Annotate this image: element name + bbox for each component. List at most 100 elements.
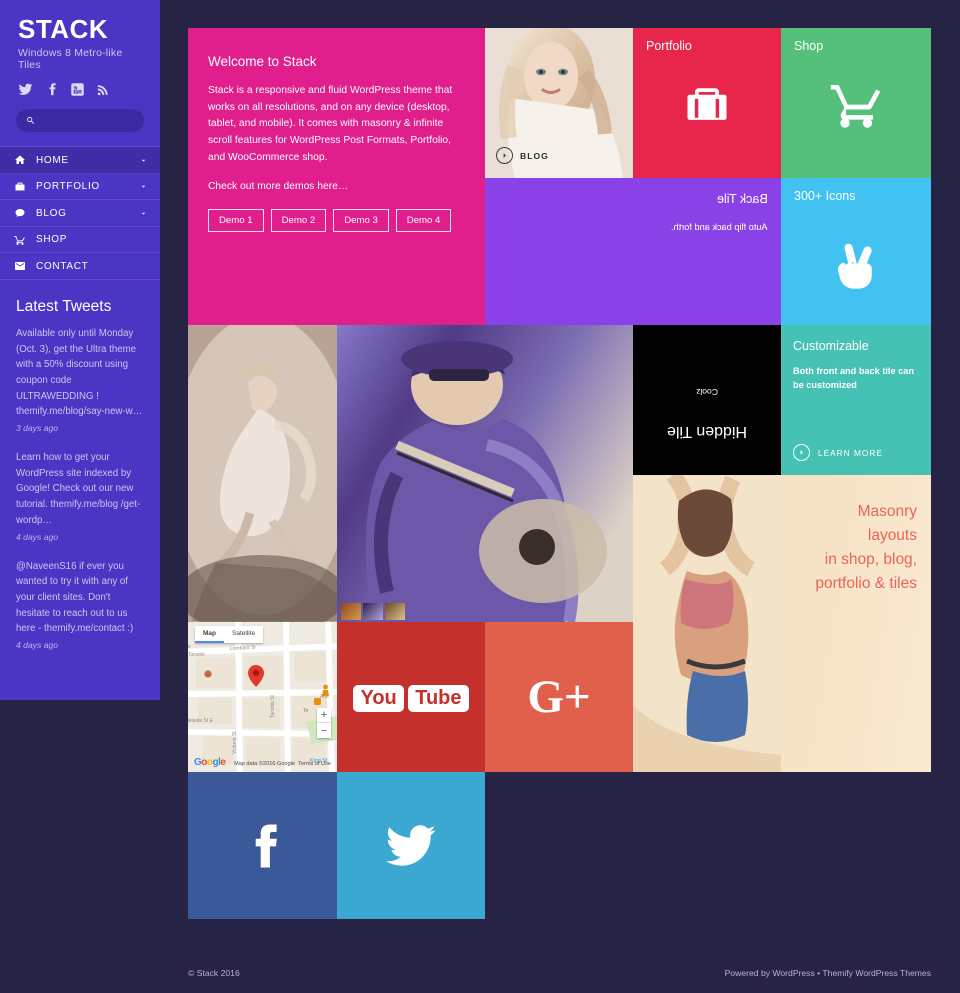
sidebar-item-label: HOME (36, 154, 69, 166)
tile-icons[interactable]: 300+ Icons (781, 178, 931, 325)
sidebar-item-label: PORTFOLIO (36, 181, 100, 193)
tile-guitar-image[interactable] (337, 325, 633, 622)
tweet-item: @NaveenS16 if ever you wanted to try it … (16, 559, 144, 654)
sidebar-item-home[interactable]: HOME (0, 147, 160, 174)
demo-3-button[interactable]: Demo 3 (333, 209, 389, 233)
map-zoom-control[interactable]: + − (317, 708, 331, 738)
zoom-in-button[interactable]: + (317, 708, 331, 723)
street-view-pegman-icon[interactable] (321, 684, 330, 700)
svg-text:delaide St E: delaide St E (188, 718, 214, 724)
latest-tweets-widget: Latest Tweets Available only until Monda… (0, 280, 160, 653)
map-tab-map[interactable]: Map (195, 626, 224, 643)
masonry-line-3: in shop, blog, (824, 551, 917, 569)
footer-credits: Powered by WordPress • Themify WordPress… (725, 968, 931, 978)
google-plus-label: G+ (527, 671, 591, 723)
tile-grid: Welcome to Stack Stack is a responsive a… (188, 28, 931, 919)
thumbnail-3[interactable] (385, 603, 405, 620)
themify-link[interactable]: Themify WordPress Themes (822, 968, 931, 978)
tweet-timestamp: 4 days ago (16, 640, 59, 651)
masonry-line-2: layouts (867, 527, 917, 545)
zoom-out-button[interactable]: − (317, 723, 331, 738)
blog-cta-label: BLOG (520, 150, 549, 161)
dancer-photo (188, 325, 337, 622)
peace-hand-icon (781, 239, 931, 293)
demo-2-button[interactable]: Demo 2 (270, 209, 327, 233)
welcome-title: Welcome to Stack (208, 54, 317, 69)
rss-icon[interactable] (96, 82, 111, 97)
icons-title: 300+ Icons (794, 189, 856, 203)
sidebar-item-contact[interactable]: CONTACT (0, 253, 160, 280)
facebook-icon[interactable] (44, 82, 59, 97)
tile-hidden[interactable]: Coolz Hidden Tile (633, 325, 781, 475)
demo-button-group: Demo 1 Demo 2 Demo 3 Demo 4 (208, 209, 465, 233)
map-canvas: Lombard St Toronto St Victoria St delaid… (188, 622, 337, 772)
tile-dancer-image[interactable] (188, 325, 337, 622)
search-input[interactable] (41, 114, 134, 127)
footer-copyright: © Stack 2016 (188, 968, 240, 978)
tile-blog[interactable]: BLOG (485, 28, 633, 178)
sidebar-item-shop[interactable]: SHOP (0, 227, 160, 254)
sidebar-item-label: BLOG (36, 207, 67, 219)
masonry-line-1: Masonry (857, 503, 917, 520)
tweet-item: Learn how to get your WordPress site ind… (16, 450, 144, 545)
tweet-text: Available only until Monday (Oct. 3), ge… (16, 327, 143, 418)
youtube-icon[interactable] (70, 82, 85, 97)
tile-customizable[interactable]: Customizable Both front and back tile ca… (781, 325, 931, 475)
chevron-down-icon[interactable] (139, 209, 148, 218)
cart-icon (781, 78, 931, 134)
masonry-photo (633, 475, 781, 772)
tile-youtube[interactable]: You Tube (337, 622, 485, 772)
tile-twitter[interactable] (337, 772, 485, 919)
map-attribution: Map data ©2016 Google (234, 761, 296, 767)
thumbnail-1[interactable] (341, 603, 361, 620)
site-logo[interactable]: STACK (18, 15, 142, 43)
search-box[interactable] (16, 109, 144, 133)
widget-title: Latest Tweets (16, 297, 112, 315)
demo-1-button[interactable]: Demo 1 (208, 209, 264, 233)
map-tab-satellite[interactable]: Satellite (224, 626, 263, 643)
page-root: STACK Windows 8 Metro-like Tiles HOME PO… (0, 0, 960, 993)
main-navigation: HOME PORTFOLIO BLOG SHOP CONTACT (0, 146, 160, 280)
learn-more-link[interactable]: LEARN MORE (793, 444, 883, 461)
tile-masonry[interactable]: Masonry layouts in shop, blog, portfolio… (633, 475, 931, 772)
tile-map[interactable]: Lombard St Toronto St Victoria St delaid… (188, 622, 337, 772)
search-container (0, 97, 160, 146)
blog-cta[interactable]: BLOG (496, 147, 549, 164)
site-tagline: Windows 8 Metro-like Tiles (18, 47, 123, 72)
sidebar-header: STACK Windows 8 Metro-like Tiles (0, 0, 160, 97)
tile-portfolio[interactable]: Portfolio (633, 28, 781, 178)
twitter-icon[interactable] (18, 82, 33, 97)
tile-facebook[interactable] (188, 772, 337, 919)
masonry-line-4: portfolio & tiles (815, 575, 917, 593)
customizable-title: Customizable (793, 339, 869, 353)
map-pin-icon (248, 665, 264, 687)
masonry-text: Masonry layouts in shop, blog, portfolio… (815, 500, 917, 596)
tile-welcome: Welcome to Stack Stack is a responsive a… (188, 28, 485, 325)
twitter-icon (337, 772, 485, 919)
youtube-icon: You Tube (337, 622, 485, 772)
tile-google-plus[interactable]: G+ (485, 622, 633, 772)
tile-back[interactable]: Back Tile Auto flip back and forth. (485, 178, 781, 325)
chevron-down-icon[interactable] (139, 156, 148, 165)
chevron-down-icon[interactable] (139, 182, 148, 191)
google-plus-icon: G+ (485, 622, 633, 772)
briefcase-icon (14, 181, 27, 193)
tweet-text: Learn how to get your WordPress site ind… (16, 452, 141, 526)
back-tile-subtitle: Auto flip back and forth. (671, 222, 768, 232)
welcome-cta: Check out more demos here… (208, 181, 349, 193)
map-terms-link[interactable]: Terms of Use (298, 761, 331, 767)
envelope-icon (14, 260, 27, 272)
thumbnail-2[interactable] (363, 603, 383, 620)
gallery-thumbnails[interactable] (341, 603, 405, 620)
wordpress-link[interactable]: WordPress (772, 968, 814, 978)
map-type-control[interactable]: Map Satellite (195, 626, 264, 643)
comment-icon (14, 207, 27, 219)
google-logo: Google (194, 757, 226, 768)
sidebar-item-portfolio[interactable]: PORTFOLIO (0, 174, 160, 201)
demo-4-button[interactable]: Demo 4 (395, 209, 452, 233)
tile-shop[interactable]: Shop (781, 28, 931, 178)
facebook-icon (188, 772, 337, 919)
main-content: Welcome to Stack Stack is a responsive a… (188, 28, 931, 919)
footer-powered-prefix: Powered by (724, 968, 773, 978)
sidebar-item-blog[interactable]: BLOG (0, 200, 160, 227)
